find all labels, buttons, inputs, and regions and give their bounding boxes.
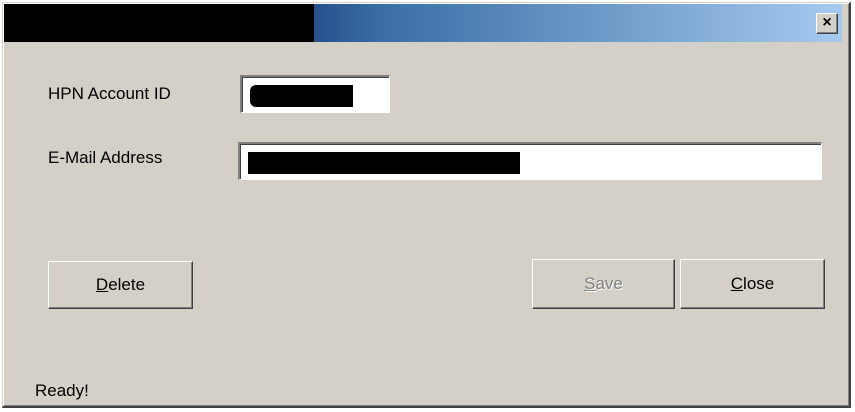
delete-button[interactable]: Delete [48, 261, 193, 309]
delete-label: elete [108, 275, 146, 294]
account-id-redacted [250, 85, 353, 107]
account-id-field[interactable] [240, 75, 390, 113]
account-id-label: HPN Account ID [48, 84, 171, 103]
email-label: E-Mail Address [48, 148, 163, 167]
delete-mnemonic: D [95, 275, 109, 294]
save-label: ave [595, 274, 623, 293]
email-redacted [248, 152, 520, 174]
close-icon[interactable]: × [816, 13, 838, 34]
email-field[interactable] [238, 142, 822, 180]
close-mnemonic: C [730, 274, 744, 293]
window-title-redacted [4, 4, 314, 42]
save-mnemonic: S [584, 274, 596, 293]
dialog-window [2, 2, 851, 408]
save-button[interactable]: Save [532, 259, 675, 309]
status-text: Ready! [35, 381, 89, 400]
title-bar[interactable]: × [4, 4, 842, 42]
close-button[interactable]: Close [680, 259, 825, 309]
close-label: lose [743, 274, 775, 293]
